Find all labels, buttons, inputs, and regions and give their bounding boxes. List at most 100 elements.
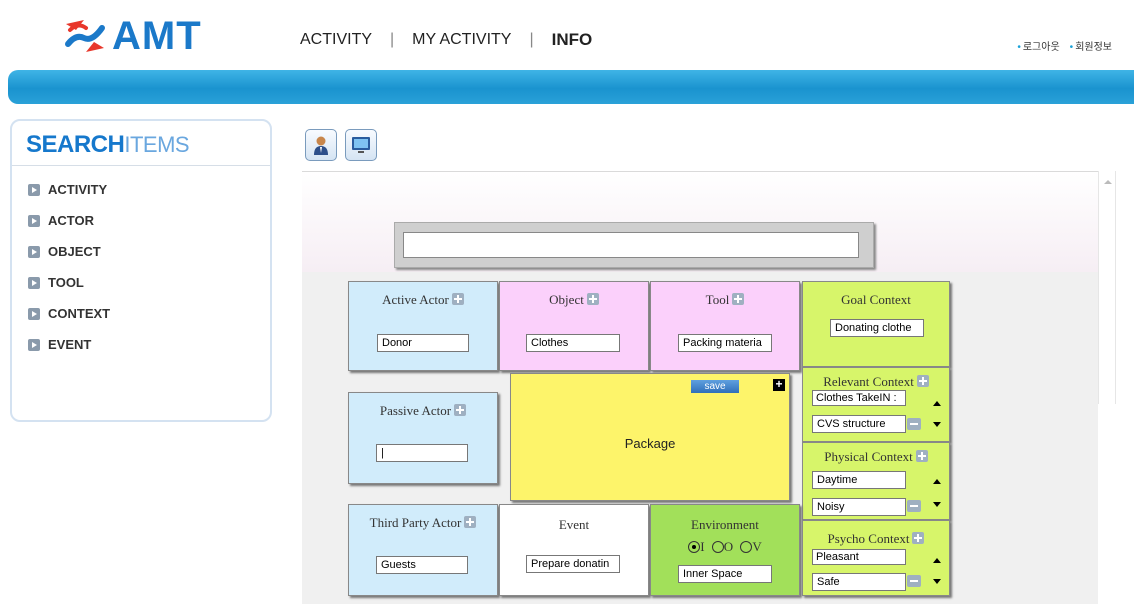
tool-input[interactable]: Packing materia [678,334,772,352]
logout-link[interactable]: • 로그아웃 [1017,38,1059,53]
third-party-actor-input[interactable]: Guests [376,556,468,574]
psycho-context-input-1[interactable]: Pleasant [812,549,906,565]
psycho-context-title: Psycho Context [827,531,910,546]
event-title: Event [558,517,590,532]
sidebar-item-object[interactable]: OBJECT [28,236,110,267]
arrow-bullet-icon [28,245,40,258]
relevant-context-input-2[interactable]: CVS structure [812,415,906,433]
arrow-bullet-icon [28,307,40,320]
nav-separator: | [390,31,395,48]
top-bar: AMT ACTIVITY | MY ACTIVITY | INFO • 로그아웃 … [0,0,1134,70]
sidebar-item-event[interactable]: EVENT [28,329,110,360]
user-view-button[interactable] [305,129,337,161]
logo[interactable]: AMT [62,14,202,58]
environment-option-v-radio[interactable] [740,541,753,553]
remove-icon[interactable] [907,575,921,587]
nav-activity[interactable]: ACTIVITY [300,31,372,49]
nav-info[interactable]: INFO [552,30,593,50]
goal-context-cell: Goal Context Donating clothe [802,281,950,367]
arrow-bullet-icon [28,214,40,227]
move-up-icon[interactable] [933,401,941,406]
save-button[interactable]: save [691,380,739,393]
add-icon[interactable] [732,293,745,305]
add-icon[interactable]: + [773,378,785,391]
divider [12,165,270,166]
add-icon[interactable] [915,450,928,462]
top-links: • 로그아웃 • 회원정보 [1017,38,1112,53]
environment-option-o-radio[interactable] [711,541,724,553]
relevant-context-input-1[interactable]: Clothes TakeIN : [812,390,906,406]
move-down-icon[interactable] [933,579,941,584]
environment-cell: Environment I O V Inner Space [650,504,800,596]
passive-actor-cell: Passive Actor | [348,392,498,484]
arrow-bullet-icon [28,276,40,289]
object-cell: Object Clothes [499,281,649,371]
psycho-context-input-2[interactable]: Safe [812,573,906,591]
object-input[interactable]: Clothes [526,334,620,352]
package-cell: save + Package [510,373,790,501]
add-icon[interactable] [451,293,464,305]
sidebar-item-context[interactable]: CONTEXT [28,298,110,329]
environment-option-label: I [700,539,705,554]
physical-context-title: Physical Context [824,449,913,464]
add-icon[interactable] [454,404,467,416]
object-title: Object [549,292,584,307]
arrow-bullet-icon [28,183,40,196]
physical-context-input-1[interactable]: Daytime [812,471,906,489]
nav-separator: | [529,31,534,48]
environment-option-label: V [752,539,762,554]
tool-cell: Tool Packing materia [650,281,800,371]
move-down-icon[interactable] [933,422,941,427]
environment-option-i-radio[interactable] [688,541,701,553]
move-up-icon[interactable] [933,558,941,563]
third-party-actor-cell: Third Party Actor Guests [348,504,498,596]
add-icon[interactable] [916,375,929,387]
scroll-up-icon[interactable] [1104,180,1112,184]
environment-options: I O V [651,539,799,555]
passive-actor-title: Passive Actor [379,403,452,418]
activity-name-input[interactable] [403,232,859,258]
active-actor-input[interactable]: Donor [377,334,469,352]
event-input[interactable]: Prepare donatin [526,555,620,573]
tool-title: Tool [705,292,730,307]
nav-my-activity[interactable]: MY ACTIVITY [412,31,511,49]
goal-context-input[interactable]: Donating clothe [830,319,924,337]
search-items-list: ACTIVITY ACTOR OBJECT TOOL CONTEXT EVENT [28,174,110,360]
active-actor-title: Active Actor [382,292,449,307]
environment-input[interactable]: Inner Space [678,565,772,583]
third-party-actor-title: Third Party Actor [369,515,462,530]
add-icon[interactable] [464,516,477,528]
environment-title: Environment [691,517,759,532]
event-cell: Event Prepare donatin [499,504,649,596]
add-icon[interactable] [912,532,925,544]
monitor-icon [352,137,370,153]
user-icon [314,136,328,155]
remove-icon[interactable] [907,500,921,512]
move-up-icon[interactable] [933,479,941,484]
remove-icon[interactable] [907,418,921,430]
environment-option-label: O [723,539,734,554]
member-info-link[interactable]: • 회원정보 [1070,38,1112,53]
logo-text: AMT [112,14,202,58]
psycho-context-cell: Psycho Context Pleasant Safe [802,520,950,596]
package-label: Package [624,436,676,451]
add-icon[interactable] [586,293,599,305]
logo-mark-icon [65,20,105,52]
sidebar-item-activity[interactable]: ACTIVITY [28,174,110,205]
header-banner-bar [8,70,1134,104]
activity-name-box [394,222,874,268]
relevant-context-title: Relevant Context [823,374,914,389]
sidebar-item-actor[interactable]: ACTOR [28,205,110,236]
move-down-icon[interactable] [933,502,941,507]
physical-context-cell: Physical Context Daytime Noisy [802,442,950,520]
goal-context-title: Goal Context [841,292,911,307]
canvas-scrollbar[interactable] [1098,171,1116,404]
active-actor-cell: Active Actor Donor [348,281,498,371]
physical-context-input-2[interactable]: Noisy [812,498,906,516]
screen-view-button[interactable] [345,129,377,161]
search-items-title: SEARCHITEMS [26,131,190,158]
search-items-panel: SEARCHITEMS ACTIVITY ACTOR OBJECT TOOL C… [10,119,272,422]
sidebar-item-tool[interactable]: TOOL [28,267,110,298]
main-nav: ACTIVITY | MY ACTIVITY | INFO [300,30,592,50]
passive-actor-input[interactable]: | [376,444,468,462]
